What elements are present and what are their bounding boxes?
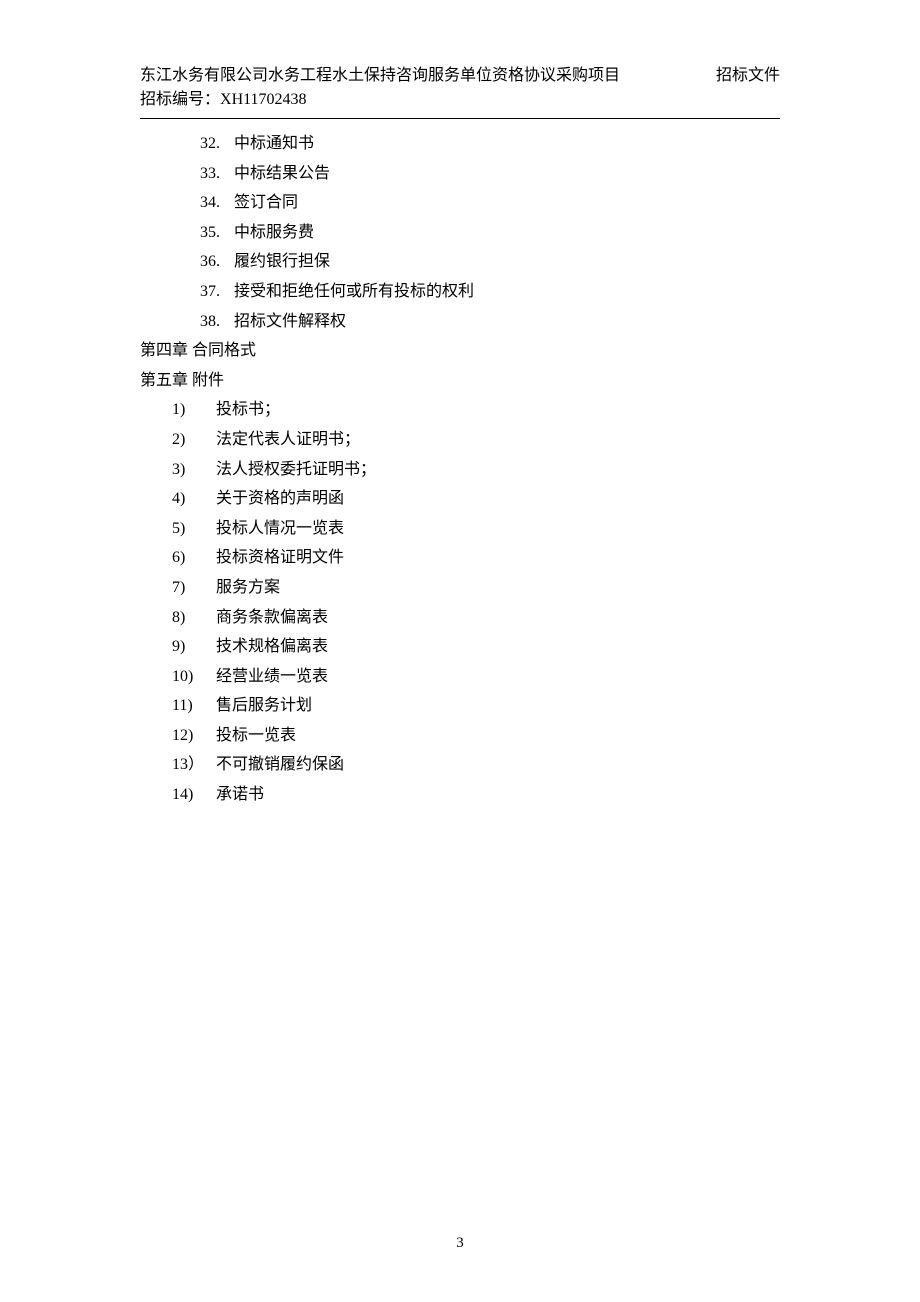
toc-item-text: 商务条款偏离表 — [216, 603, 328, 633]
toc-item-number: 34. — [200, 188, 234, 218]
toc-item: 5) 投标人情况一览表 — [172, 514, 780, 544]
toc-item: 36. 履约银行担保 — [200, 247, 780, 277]
project-title: 东江水务有限公司水务工程水土保持咨询服务单位资格协议采购项目 — [140, 64, 620, 88]
toc-item-text: 签订合同 — [234, 188, 298, 218]
toc-item-text: 技术规格偏离表 — [216, 632, 328, 662]
toc-paren-list-b: 9) 技术规格偏离表 10) 经营业绩一览表 11) 售后服务计划 12) 投标… — [140, 632, 780, 810]
toc-item-number: 35. — [200, 218, 234, 248]
bid-number-value: XH11702438 — [220, 91, 307, 108]
toc-item: 3) 法人授权委托证明书； — [172, 455, 780, 485]
toc-item-text: 承诺书 — [216, 780, 264, 810]
chapter-4-heading: 第四章 合同格式 — [140, 336, 780, 366]
toc-item-number: 8) — [172, 603, 216, 633]
toc-item: 11) 售后服务计划 — [172, 691, 780, 721]
toc-item-number: 14) — [172, 780, 216, 810]
toc-paren-list-a: 1) 投标书； 2) 法定代表人证明书； 3) 法人授权委托证明书； 4) 关于… — [140, 395, 780, 632]
toc-item-text: 售后服务计划 — [216, 691, 312, 721]
toc-item-text: 投标人情况一览表 — [216, 514, 344, 544]
toc-item-text: 中标结果公告 — [234, 159, 330, 189]
toc-item: 7) 服务方案 — [172, 573, 780, 603]
toc-item-text: 经营业绩一览表 — [216, 662, 328, 692]
toc-item-number: 37. — [200, 277, 234, 307]
toc-item: 38. 招标文件解释权 — [200, 307, 780, 337]
toc-item-number: 7) — [172, 573, 216, 603]
toc-content: 32. 中标通知书 33. 中标结果公告 34. 签订合同 35. 中标服务费 … — [140, 129, 780, 810]
toc-item: 10) 经营业绩一览表 — [172, 662, 780, 692]
page-number: 3 — [0, 1235, 920, 1252]
bid-number-line: 招标编号：XH11702438 — [140, 88, 620, 112]
toc-item: 32. 中标通知书 — [200, 129, 780, 159]
toc-item: 37. 接受和拒绝任何或所有投标的权利 — [200, 277, 780, 307]
toc-item-number: 13） — [172, 750, 216, 780]
toc-item-text: 投标书； — [216, 395, 280, 425]
toc-item: 6) 投标资格证明文件 — [172, 543, 780, 573]
toc-item-number: 9) — [172, 632, 216, 662]
header-right: 招标文件 — [716, 64, 780, 88]
toc-item-number: 11) — [172, 691, 216, 721]
toc-item-number: 38. — [200, 307, 234, 337]
toc-item-text: 服务方案 — [216, 573, 280, 603]
toc-item: 8) 商务条款偏离表 — [172, 603, 780, 633]
toc-item: 1) 投标书； — [172, 395, 780, 425]
toc-item-number: 10) — [172, 662, 216, 692]
toc-item-number: 12) — [172, 721, 216, 751]
toc-item-text: 法定代表人证明书； — [216, 425, 360, 455]
toc-item: 13） 不可撤销履约保函 — [172, 750, 780, 780]
toc-item-number: 2) — [172, 425, 216, 455]
header-left: 东江水务有限公司水务工程水土保持咨询服务单位资格协议采购项目 招标编号：XH11… — [140, 64, 620, 112]
toc-item-text: 关于资格的声明函 — [216, 484, 344, 514]
toc-item-number: 5) — [172, 514, 216, 544]
toc-item-number: 33. — [200, 159, 234, 189]
toc-item-text: 招标文件解释权 — [234, 307, 346, 337]
toc-item-text: 履约银行担保 — [234, 247, 330, 277]
toc-item: 2) 法定代表人证明书； — [172, 425, 780, 455]
toc-item-text: 不可撤销履约保函 — [216, 750, 344, 780]
chapter-5-heading: 第五章 附件 — [140, 366, 780, 396]
document-type-label: 招标文件 — [716, 67, 780, 84]
toc-item: 14) 承诺书 — [172, 780, 780, 810]
toc-numbered-list: 32. 中标通知书 33. 中标结果公告 34. 签订合同 35. 中标服务费 … — [140, 129, 780, 336]
toc-item-text: 中标服务费 — [234, 218, 314, 248]
toc-item: 34. 签订合同 — [200, 188, 780, 218]
toc-item-number: 4) — [172, 484, 216, 514]
header-divider — [140, 118, 780, 119]
toc-item: 35. 中标服务费 — [200, 218, 780, 248]
bid-number-prefix: 招标编号： — [140, 91, 220, 108]
toc-item-text: 投标一览表 — [216, 721, 296, 751]
toc-item-number: 36. — [200, 247, 234, 277]
toc-item: 4) 关于资格的声明函 — [172, 484, 780, 514]
toc-item: 9) 技术规格偏离表 — [172, 632, 780, 662]
toc-item-number: 3) — [172, 455, 216, 485]
toc-item: 12) 投标一览表 — [172, 721, 780, 751]
page-header: 东江水务有限公司水务工程水土保持咨询服务单位资格协议采购项目 招标编号：XH11… — [140, 64, 780, 116]
toc-item-text: 接受和拒绝任何或所有投标的权利 — [234, 277, 474, 307]
toc-item: 33. 中标结果公告 — [200, 159, 780, 189]
toc-item-text: 法人授权委托证明书； — [216, 455, 376, 485]
toc-item-number: 32. — [200, 129, 234, 159]
toc-item-text: 投标资格证明文件 — [216, 543, 344, 573]
toc-item-number: 6) — [172, 543, 216, 573]
toc-item-text: 中标通知书 — [234, 129, 314, 159]
toc-item-number: 1) — [172, 395, 216, 425]
document-page: 东江水务有限公司水务工程水土保持咨询服务单位资格协议采购项目 招标编号：XH11… — [0, 0, 920, 810]
